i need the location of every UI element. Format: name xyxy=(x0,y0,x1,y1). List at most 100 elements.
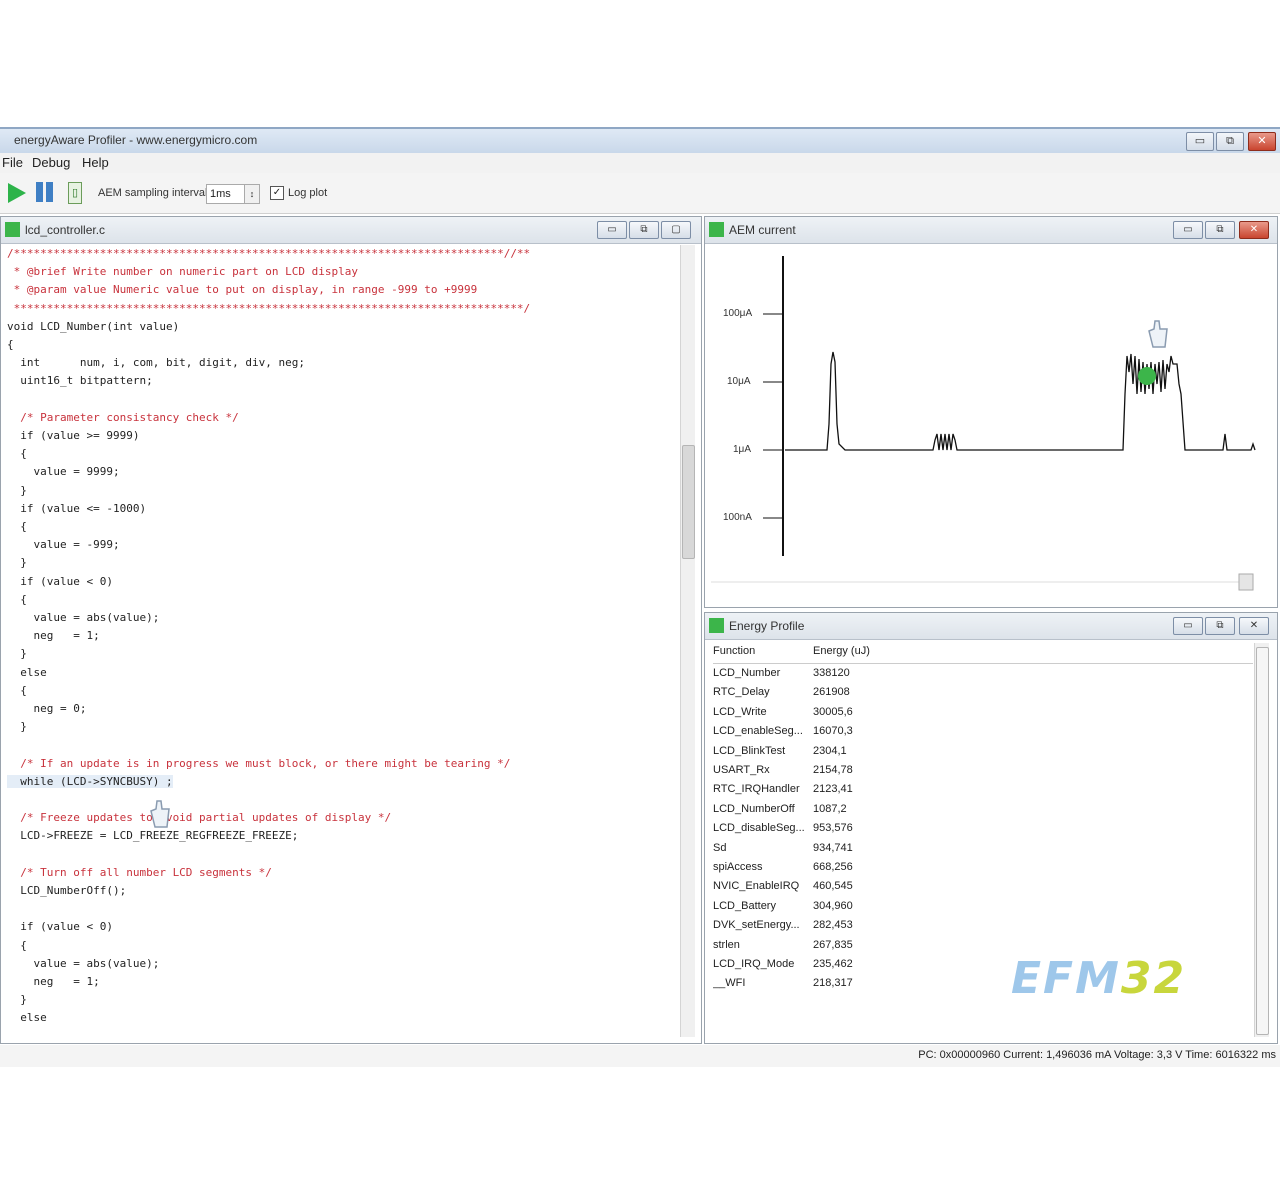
code-line: { xyxy=(7,520,27,533)
current-trace xyxy=(785,351,1256,451)
code-line: /* If an update is in progress we must b… xyxy=(7,756,511,770)
code-line: if (value < 0) xyxy=(7,574,113,588)
reset-icon[interactable]: ▯ xyxy=(68,182,82,204)
title-bar: energyAware Profiler - www.energymicro.c… xyxy=(0,127,1280,154)
energy-value-cell: 2154,78 xyxy=(813,764,853,776)
code-line: else xyxy=(7,665,47,679)
code-line: /***************************************… xyxy=(7,247,531,260)
code-line: /* Turn off all number LCD segments */ xyxy=(7,865,272,879)
code-line: } xyxy=(7,720,27,734)
aem-panel-title: AEM current xyxy=(729,223,796,237)
energy-value-cell: 2304,1 xyxy=(813,744,847,757)
maximize-button[interactable]: ⧉ xyxy=(1216,132,1244,151)
profiler-window: energyAware Profiler - www.energymicro.c… xyxy=(0,127,1280,1067)
energy-value-cell: 16070,3 xyxy=(813,725,853,738)
sampling-label: AEM sampling interval xyxy=(98,187,208,199)
sampling-spinner[interactable]: ↕ xyxy=(244,184,260,204)
function-name-cell: LCD_BlinkTest xyxy=(713,744,786,757)
function-name-cell: LCD_Write xyxy=(713,705,767,718)
code-maximize-button[interactable]: ⧉ xyxy=(629,221,659,239)
pointer-hand-icon xyxy=(1148,320,1168,348)
toolbar: ▯ AEM sampling interval 1ms ↕ ✓ Log plot xyxy=(0,173,1280,214)
aem-maximize-button[interactable]: ⧉ xyxy=(1205,221,1235,239)
column-header-function[interactable]: Function xyxy=(713,645,809,657)
code-line: * @brief Write number on numeric part on… xyxy=(7,265,358,279)
code-line: /* Freeze updates to avoid partial updat… xyxy=(7,811,392,825)
aem-panel-icon xyxy=(709,222,724,237)
logplot-label: Log plot xyxy=(288,187,328,199)
code-panel-icon xyxy=(5,222,20,237)
energy-value-cell: 1087,2 xyxy=(813,802,847,815)
energy-value-cell: 304,960 xyxy=(813,899,853,912)
energy-maximize-button[interactable]: ⧉ xyxy=(1205,617,1235,635)
code-line: value = abs(value); xyxy=(7,611,160,624)
energy-panel-header: Energy Profile ▭ ⧉ ✕ xyxy=(705,613,1277,640)
code-line: * @param value Numeric value to put on d… xyxy=(7,283,478,297)
code-line: int num, i, com, bit, digit, div, neg; xyxy=(7,356,306,370)
function-name-cell: USART_Rx xyxy=(713,764,770,776)
logo-32: 32 xyxy=(1120,953,1187,1004)
function-name-cell: RTC_IRQHandler xyxy=(713,783,800,796)
aem-current-panel: AEM current ▭ ⧉ ✕ 100μA 10μA 1μA 100nA xyxy=(704,216,1278,608)
play-icon[interactable] xyxy=(8,183,26,203)
code-scroll-thumb[interactable] xyxy=(682,445,695,559)
code-line: while (LCD->SYNCBUSY) ; xyxy=(7,774,173,788)
code-restore-button[interactable]: ▢ xyxy=(661,221,691,239)
energy-scrollbar[interactable] xyxy=(1254,643,1269,1037)
code-line: neg = 1; xyxy=(7,975,100,988)
energy-close-button[interactable]: ✕ xyxy=(1239,617,1269,635)
aem-minimize-button[interactable]: ▭ xyxy=(1173,221,1203,239)
function-name-cell: strlen xyxy=(713,938,740,951)
minimize-button[interactable]: ▭ xyxy=(1186,132,1214,151)
code-line: ****************************************… xyxy=(7,301,531,315)
function-name-cell: NVIC_EnableIRQ xyxy=(713,880,800,893)
energy-minimize-button[interactable]: ▭ xyxy=(1173,617,1203,635)
energy-value-cell: 218,317 xyxy=(813,977,853,990)
energy-panel-title: Energy Profile xyxy=(729,619,805,633)
code-line: { xyxy=(7,338,14,351)
status-text: PC: 0x00000960 Current: 1,496036 mA Volt… xyxy=(918,1049,1276,1061)
sampling-interval-field[interactable]: 1ms xyxy=(206,184,247,204)
code-line: if (value <= -1000) xyxy=(7,501,147,515)
energy-value-cell: 282,453 xyxy=(813,919,853,932)
menu-file[interactable]: File xyxy=(2,155,23,170)
h-scroll-thumb xyxy=(1238,573,1254,591)
function-name-cell: LCD_enableSeg... xyxy=(713,725,803,738)
logplot-checkbox[interactable]: ✓ xyxy=(270,186,284,200)
energy-value-cell: 338120 xyxy=(813,667,850,679)
code-line: { xyxy=(7,592,27,606)
column-header-energy[interactable]: Energy (uJ) xyxy=(813,645,870,657)
code-line: value = 9999; xyxy=(7,465,120,479)
y-tick-label: 1μA xyxy=(733,444,751,455)
aem-current-chart[interactable]: 100μA 10μA 1μA 100nA xyxy=(705,244,1277,606)
code-line: } xyxy=(7,993,27,1007)
close-button[interactable]: ✕ xyxy=(1248,132,1276,151)
aem-close-button[interactable]: ✕ xyxy=(1239,221,1269,239)
energy-scroll-thumb[interactable] xyxy=(1256,647,1269,1035)
code-line: { xyxy=(7,683,27,697)
energy-value-cell: 30005,6 xyxy=(813,705,853,718)
energy-value-cell: 2123,41 xyxy=(813,783,853,796)
code-minimize-button[interactable]: ▭ xyxy=(597,221,627,239)
code-line: if (value < 0) xyxy=(7,920,113,934)
status-bar: PC: 0x00000960 Current: 1,496036 mA Volt… xyxy=(0,1045,1280,1067)
energy-value-cell: 460,545 xyxy=(813,880,853,893)
efm32-logo: EFM32 xyxy=(1011,953,1186,1004)
menu-debug[interactable]: Debug xyxy=(32,155,70,170)
energy-value-cell: 235,462 xyxy=(813,958,853,970)
function-name-cell: LCD_disableSeg... xyxy=(713,822,805,835)
code-scrollbar[interactable] xyxy=(680,245,695,1037)
code-line: } xyxy=(7,556,27,570)
function-name-cell: Sd xyxy=(713,841,727,854)
code-line: uint16_t bitpattern; xyxy=(7,374,153,388)
energy-value-cell: 668,256 xyxy=(813,861,853,873)
function-name-cell: LCD_NumberOff xyxy=(713,802,795,815)
code-panel-header: lcd_controller.c ▭ ⧉ ▢ xyxy=(1,217,701,244)
pause-icon[interactable] xyxy=(36,182,54,202)
code-line: /* Parameter consistancy check */ xyxy=(7,410,239,424)
code-line: LCD->FREEZE = LCD_FREEZE_REGFREEZE_FREEZ… xyxy=(7,829,299,843)
y-tick-label: 100nA xyxy=(723,512,752,523)
code-panel-title: lcd_controller.c xyxy=(25,223,106,237)
code-line: LCD_NumberOff(); xyxy=(7,884,127,897)
menu-help[interactable]: Help xyxy=(82,155,109,170)
